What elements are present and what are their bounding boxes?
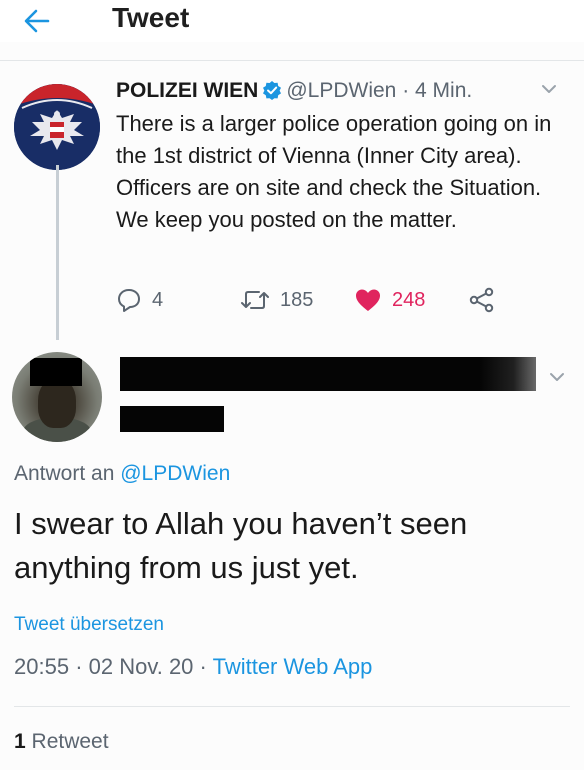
tweet-timestamp: 20:55 · 02 Nov. 20 · Twitter Web App: [14, 654, 372, 680]
like-count: 248: [392, 288, 426, 311]
top-bar: Tweet: [0, 0, 584, 42]
tweet-text: I swear to Allah you haven’t seen anythi…: [14, 506, 468, 585]
translate-tweet-link[interactable]: Tweet übersetzen: [14, 614, 164, 636]
page-title: Tweet: [112, 2, 190, 33]
tweet-actions: 4 185 248: [116, 286, 556, 314]
retweet-stats[interactable]: 1 Retweet: [14, 730, 109, 754]
retweet-icon: [241, 291, 269, 309]
thread-connector: [56, 165, 59, 340]
author-name[interactable]: POLIZEI WIEN: [116, 79, 258, 102]
back-arrow-icon: [24, 9, 50, 33]
retweet-stat-label: Retweet: [31, 730, 109, 753]
reply-to-label: Antwort an: [14, 462, 115, 485]
chevron-down-icon[interactable]: [548, 370, 566, 384]
reply-button[interactable]: 4: [116, 286, 163, 314]
retweet-button[interactable]: 185: [240, 286, 313, 314]
heart-icon: [356, 289, 380, 311]
tweet-text: There is a larger police operation going…: [116, 111, 552, 232]
tweet-time[interactable]: 20:55: [14, 654, 69, 679]
avatar[interactable]: [14, 84, 100, 170]
tweet-date[interactable]: 02 Nov. 20: [89, 654, 194, 679]
avatar[interactable]: [12, 352, 102, 442]
share-button[interactable]: [468, 286, 506, 314]
reply-to-handle[interactable]: @LPDWien: [120, 462, 230, 485]
share-icon: [469, 287, 494, 313]
redaction-bar: [30, 358, 82, 386]
reply-count: 4: [152, 288, 164, 311]
like-button[interactable]: 248: [354, 286, 425, 314]
author-handle[interactable]: @LPDWien: [286, 79, 396, 102]
tweet-author-line: POLIZEI WIEN @LPDWien · 4 Min.: [116, 78, 472, 104]
retweet-total: 1: [14, 730, 26, 753]
stats-divider: [14, 706, 570, 707]
tweet-time[interactable]: 4 Min.: [415, 79, 472, 102]
chevron-down-icon[interactable]: [540, 82, 558, 96]
tweet-source-link[interactable]: Twitter Web App: [213, 654, 373, 679]
back-button[interactable]: [22, 6, 52, 36]
meta-separator: ·: [199, 654, 207, 679]
meta-separator: ·: [402, 79, 410, 102]
retweet-count: 185: [280, 288, 314, 311]
redaction-fade: [480, 357, 536, 391]
header-divider: [0, 60, 584, 61]
reply-icon: [118, 289, 140, 312]
verified-badge-icon: [263, 81, 282, 100]
redacted-author-name: [120, 357, 532, 391]
police-eagle-logo-icon: [14, 84, 100, 170]
meta-separator: ·: [75, 654, 83, 679]
redacted-author-handle: [120, 406, 224, 432]
reply-to-line: Antwort an @LPDWien: [14, 462, 230, 486]
